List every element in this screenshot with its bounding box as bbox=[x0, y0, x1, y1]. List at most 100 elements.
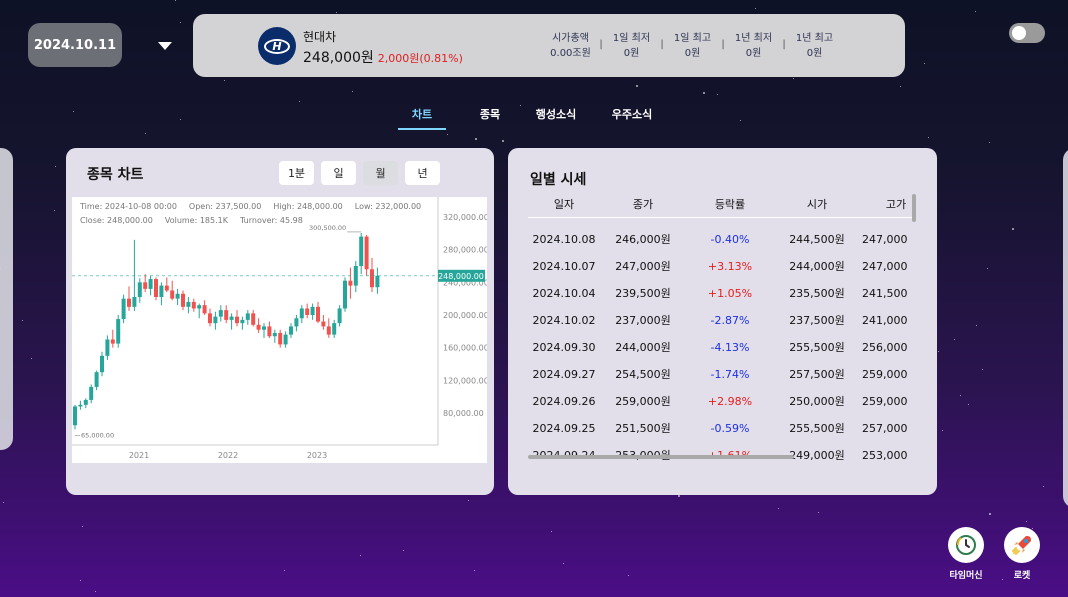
chevron-down-icon[interactable] bbox=[158, 42, 172, 50]
ohlc-line-2: Close: 248,000.00 Volume: 185.1K Turnover:… bbox=[80, 216, 315, 225]
tab-chart[interactable]: 차트 bbox=[398, 106, 446, 130]
cell-date: 2024.09.27 bbox=[532, 368, 596, 381]
time-machine-button[interactable] bbox=[948, 527, 984, 563]
metric-day-low: 1일 최저 0원 bbox=[604, 31, 659, 61]
candle-body bbox=[272, 332, 277, 337]
tab-stock[interactable]: 종목 bbox=[470, 106, 510, 130]
y-tick-label: 280,000.00 bbox=[443, 246, 487, 255]
ohlc-low: Low: 232,000.00 bbox=[354, 202, 422, 211]
cell-rate: +1.05% bbox=[707, 287, 753, 300]
candle-body bbox=[251, 313, 256, 325]
candle-body bbox=[359, 236, 364, 266]
time-machine-label: 타임머신 bbox=[949, 571, 983, 581]
candle-body bbox=[94, 372, 99, 387]
stock-change: 2,000원(0.81%) bbox=[377, 52, 463, 65]
period-button-day[interactable]: 일 bbox=[321, 161, 356, 185]
y-tick-label: 160,000.00 bbox=[443, 344, 487, 353]
metric-label: 1년 최고 bbox=[795, 33, 834, 44]
cell-date: 2024.09.26 bbox=[532, 395, 596, 408]
horizontal-scrollbar[interactable] bbox=[528, 455, 794, 459]
candle-body bbox=[375, 275, 380, 288]
cell-date: 2024.09.30 bbox=[532, 341, 596, 354]
cell-rate: -0.40% bbox=[710, 233, 750, 246]
candle-body bbox=[278, 332, 283, 345]
metric-value: 0원 bbox=[684, 48, 701, 59]
ohlc-high: High: 248,000.00 bbox=[273, 202, 343, 211]
cell-open: 244,500원 bbox=[789, 233, 845, 246]
rocket-label: 로켓 bbox=[1013, 571, 1031, 581]
table-row[interactable]: 2024.10.02 237,000원 -2.87% 237,500원 241,000 bbox=[528, 307, 913, 334]
candle-body bbox=[110, 339, 115, 344]
candle-body bbox=[235, 316, 239, 324]
prev-panel-edge[interactable] bbox=[0, 148, 13, 450]
candle-body bbox=[197, 305, 202, 309]
theme-toggle[interactable] bbox=[1009, 23, 1045, 43]
table-header: 일자 종가 등락률 시가 고가 bbox=[528, 192, 913, 218]
cell-rate: -1.74% bbox=[710, 368, 750, 381]
cell-date: 2024.10.08 bbox=[532, 233, 596, 246]
daily-price-panel: 일별 시세 일자 종가 등락률 시가 고가 2024.10.08 246,000원… bbox=[508, 148, 937, 495]
candle-body bbox=[116, 319, 121, 344]
table-row[interactable]: 2024.09.30 244,000원 -4.13% 255,500원 256,000 bbox=[528, 334, 913, 361]
x-tick-label: 2022 bbox=[218, 451, 238, 460]
y-tick-label: 320,000.00 bbox=[443, 213, 487, 222]
metric-value: 0.00조원 bbox=[550, 48, 591, 59]
metric-value: 0원 bbox=[806, 48, 823, 59]
candle-body bbox=[73, 406, 77, 426]
candle-body bbox=[343, 280, 347, 309]
main-tabs: 차트 종목 행성소식 우주소식 bbox=[398, 106, 662, 130]
candle-body bbox=[267, 326, 272, 337]
candle-body bbox=[310, 306, 315, 315]
ohlc-volume: Volume: 185.1K bbox=[164, 216, 228, 225]
table-row[interactable]: 2024.10.08 246,000원 -0.40% 244,500원 247,000 bbox=[528, 226, 913, 253]
date-selector[interactable]: 2024.10.11 bbox=[28, 23, 122, 67]
candle-body bbox=[316, 306, 320, 322]
candle-body bbox=[213, 316, 218, 324]
cell-rate: -0.59% bbox=[710, 422, 750, 435]
daily-price-table[interactable]: 일자 종가 등락률 시가 고가 2024.10.08 246,000원 -0.40%… bbox=[528, 192, 913, 460]
cell-open: 244,000원 bbox=[789, 260, 845, 273]
candlestick-chart[interactable]: Time: 2024-10-08 00:00 Open: 237,500.00 Hi… bbox=[72, 197, 489, 463]
candle-body bbox=[159, 285, 164, 298]
table-row[interactable]: 2024.10.07 247,000원 +3.13% 244,000원 247,000 bbox=[528, 253, 913, 280]
candle-body bbox=[218, 310, 223, 317]
candle-body bbox=[143, 282, 148, 289]
rocket-button[interactable] bbox=[1004, 527, 1040, 563]
candle-body bbox=[105, 339, 110, 356]
candle-body bbox=[208, 313, 212, 324]
metric-year-low: 1년 최저 0원 bbox=[726, 31, 781, 61]
candle-body bbox=[181, 293, 185, 307]
table-row[interactable]: 2024.09.27 254,500원 -1.74% 257,500원 259,000 bbox=[528, 361, 913, 388]
candle-body bbox=[326, 326, 331, 335]
daily-panel-title: 일별 시세 bbox=[530, 172, 587, 188]
table-row[interactable]: 2024.10.04 239,500원 +1.05% 235,500원 241,500 bbox=[528, 280, 913, 307]
x-tick-label: 2021 bbox=[129, 451, 149, 460]
cell-rate: +2.98% bbox=[707, 395, 753, 408]
y-tick-label: 200,000.00 bbox=[443, 311, 487, 320]
table-body: 2024.10.08 246,000원 -0.40% 244,500원 247,000 2… bbox=[528, 226, 913, 460]
period-button-year[interactable]: 년 bbox=[405, 161, 440, 185]
stock-chart-panel: 종목 차트 1분 일 월 년 Time: 2024-10-08 00:00 Ope… bbox=[66, 148, 494, 495]
stock-name: 현대차 bbox=[303, 30, 337, 44]
candle-body bbox=[294, 318, 299, 327]
candle-body bbox=[348, 280, 353, 286]
tab-space-news[interactable]: 우주소식 bbox=[602, 106, 662, 130]
cell-rate: -4.13% bbox=[710, 341, 750, 354]
cell-close: 259,000원 bbox=[615, 395, 671, 408]
period-button-minute[interactable]: 1분 bbox=[279, 161, 314, 185]
period-button-month[interactable]: 월 bbox=[363, 161, 398, 185]
period-selector: 1분 일 월 년 bbox=[279, 161, 440, 185]
vertical-scrollbar[interactable] bbox=[912, 194, 916, 222]
cell-high: 259,000 bbox=[862, 395, 908, 408]
stock-price: 248,000원 bbox=[303, 50, 374, 66]
table-row[interactable]: 2024.09.26 259,000원 +2.98% 250,000원 259,000 bbox=[528, 388, 913, 415]
next-panel-edge[interactable] bbox=[1063, 148, 1068, 508]
ohlc-close: Close: 248,000.00 bbox=[80, 216, 153, 225]
candle-body bbox=[256, 324, 261, 330]
cell-open: 255,500원 bbox=[789, 422, 845, 435]
candle-body bbox=[148, 279, 153, 289]
cell-open: 237,500원 bbox=[789, 314, 845, 327]
candle-body bbox=[175, 293, 180, 299]
table-row[interactable]: 2024.09.25 251,500원 -0.59% 255,500원 257,000 bbox=[528, 415, 913, 442]
tab-planet-news[interactable]: 행성소식 bbox=[526, 106, 586, 130]
